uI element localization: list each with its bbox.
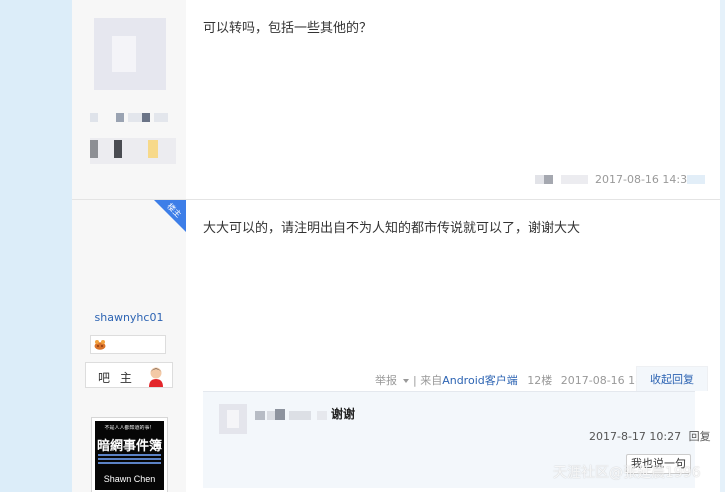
post1-content: 可以转吗，包括一些其他的？ [203, 21, 373, 36]
watermark-text: 天涯社区@张延晨1996 [553, 465, 701, 481]
sub-reply-username-pixel [275, 409, 285, 420]
bazhu-role-label: 吧 主 [98, 371, 135, 385]
post1-badge-pixel [114, 140, 122, 158]
report-link[interactable]: 举报 [375, 374, 397, 387]
post2-content: 大大可以的，请注明出自不为人知的都市传说就可以了，谢谢大大 [203, 221, 581, 236]
sub-reply-username-pixel [289, 411, 311, 420]
floor-number: 12楼 [527, 374, 553, 387]
thread-panel: 可以转吗，包括一些其他的？ 2017-08-16 14:31 不是人人都知道的事… [72, 0, 720, 492]
sub-reply-username-pixel [317, 411, 327, 420]
post2-medal[interactable] [90, 335, 166, 354]
page-right-margin [720, 0, 725, 492]
sub-reply-username-pixel [255, 411, 265, 420]
sub-reply-reply-link[interactable]: 回复 [689, 430, 711, 443]
bazhu-avatar-icon [149, 367, 163, 387]
sub-reply-content: 谢谢 [331, 407, 356, 421]
post1-username-pixel [90, 113, 98, 122]
cover-subtitle-lines [98, 454, 161, 468]
post1-username-pixel [142, 113, 150, 122]
cover-author: Shawn Chen [103, 474, 156, 484]
post1-tail-pixel [544, 175, 553, 184]
post1-username-pixel [116, 113, 124, 122]
sub-reply-avatar-pixel [227, 410, 239, 428]
post1-badge-pixel [90, 140, 98, 158]
sub-reply-username-pixel [267, 411, 275, 420]
post2-role-box[interactable]: 吧 主 [85, 362, 173, 388]
cover-title: 暗網事件簿 [96, 439, 162, 454]
post2-avatar[interactable]: 不是人人都知道的事！ 暗網事件簿 Shawn Chen [91, 417, 168, 492]
louzhu-badge: 楼主 [154, 200, 186, 232]
post1-reply-link-blurred[interactable] [687, 175, 705, 184]
post2-username-link[interactable]: shawnyhc01 [72, 311, 186, 324]
tail-from-prefix: | 来自 [413, 374, 443, 387]
post1-badge-blurred [90, 138, 176, 164]
cover-tagline: 不是人人都知道的事！ [104, 425, 155, 431]
post1-author-column [72, 0, 186, 199]
sub-reply-meta: 2017-8-17 10:27 回复 [589, 428, 711, 444]
post1-tail-blurred [561, 175, 588, 184]
report-chevron-down-icon[interactable] [402, 379, 409, 383]
post2-tail: 举报 | 来自Android客户端 12楼 2017-08-16 18:43 [375, 372, 660, 388]
sub-reply-time: 2017-8-17 10:27 [589, 430, 682, 443]
page-left-margin [0, 0, 72, 492]
post1-username-pixel [154, 113, 168, 122]
post1-time: 2017-08-16 14:31 [595, 173, 695, 186]
post1-avatar-pixel [112, 36, 136, 72]
collapse-replies-button[interactable]: 收起回复 [636, 366, 708, 391]
android-client-link[interactable]: Android客户端 [442, 374, 518, 387]
book-cover-image: 不是人人都知道的事！ 暗網事件簿 Shawn Chen [95, 421, 164, 490]
post1-badge-pixel [148, 140, 158, 158]
medal-icon [94, 340, 106, 350]
post1-username-pixel [128, 113, 142, 122]
